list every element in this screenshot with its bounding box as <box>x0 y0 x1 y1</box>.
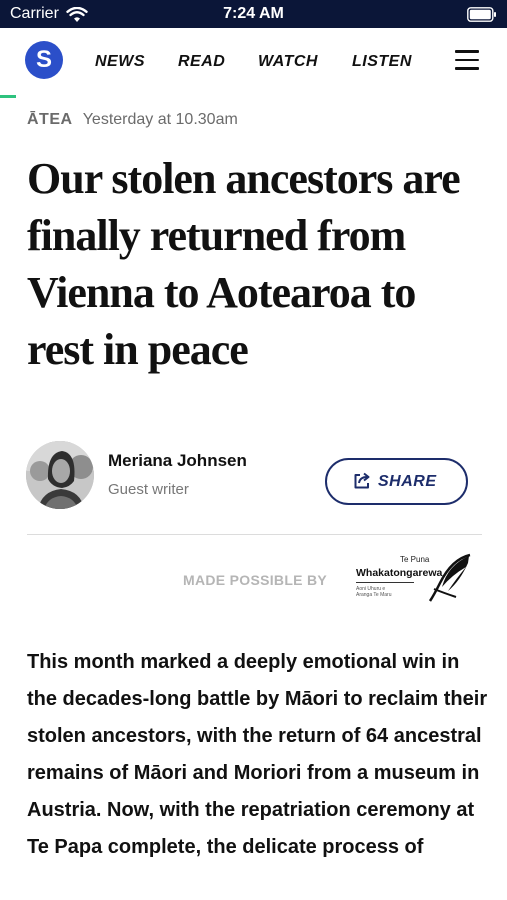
sponsor-logo[interactable]: Te Puna Whakatongarewa Aoni Uhuru e Aran… <box>352 553 477 603</box>
sponsor-logo-small-text: Aoni Uhuru e Aranga Te Maru <box>356 586 392 598</box>
author-avatar[interactable] <box>26 441 94 509</box>
sponsor-logo-rule <box>356 582 414 583</box>
nav-watch[interactable]: WATCH <box>258 53 318 71</box>
status-bar: Carrier 7:24 AM <box>0 0 507 28</box>
article-body: This month marked a deeply emotional win… <box>27 651 488 858</box>
author-role: Guest writer <box>108 481 189 498</box>
reading-progress-bar <box>0 95 16 98</box>
top-nav: S NEWS READ WATCH LISTEN <box>0 28 507 94</box>
sponsor-label: MADE POSSIBLE BY <box>183 572 328 588</box>
article-meta: ĀTEA Yesterday at 10.30am <box>27 111 238 129</box>
hamburger-icon[interactable] <box>455 50 479 70</box>
timestamp: Yesterday at 10.30am <box>82 111 238 128</box>
clock: 7:24 AM <box>223 5 284 22</box>
battery-icon <box>467 7 496 22</box>
author-name[interactable]: Meriana Johnsen <box>108 451 247 471</box>
section-label[interactable]: ĀTEA <box>27 111 73 128</box>
site-logo[interactable]: S <box>25 41 63 79</box>
nav-read[interactable]: READ <box>178 53 225 71</box>
nav-news[interactable]: NEWS <box>95 53 145 71</box>
share-label: SHARE <box>378 473 437 490</box>
nav-listen[interactable]: LISTEN <box>352 53 412 71</box>
feather-icon <box>428 553 471 602</box>
divider <box>27 534 482 535</box>
share-button[interactable]: SHARE <box>325 458 468 505</box>
share-icon <box>354 472 370 489</box>
article-headline: Our stolen ancestors are finally returne… <box>27 154 461 374</box>
